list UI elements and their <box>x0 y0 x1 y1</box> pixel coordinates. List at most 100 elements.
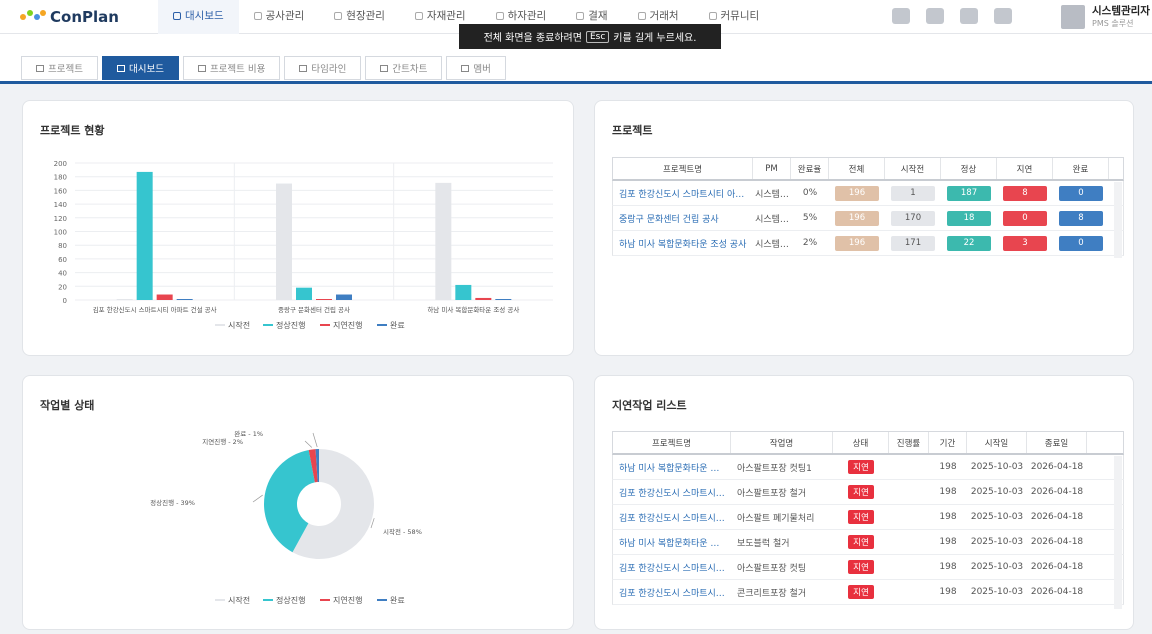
toast-suffix: 키를 길게 누르세요. <box>613 33 697 44</box>
menu-icon <box>708 12 717 20</box>
column-header[interactable]: 지연 <box>997 158 1053 179</box>
table-row[interactable]: 하남 미사 복합문화타운 조성 공사 시스템… 2% 196 171 22 3 0 <box>612 231 1124 256</box>
cell-name[interactable]: 중랑구 문화센터 건립 공사 <box>613 206 753 230</box>
cell-project[interactable]: 하남 미사 복합문화타운 … <box>613 455 731 479</box>
app-logo[interactable]: ConPlan <box>20 8 119 26</box>
cell-task: 콘크리트포장 철거 <box>737 588 807 599</box>
status-badge: 지연 <box>848 560 874 574</box>
column-header[interactable]: 시작일 <box>967 432 1027 453</box>
cell-delay: 0 <box>997 206 1053 230</box>
y-tick-label: 60 <box>58 256 67 264</box>
nav-item[interactable]: 공사관리 <box>239 0 320 34</box>
user-profile[interactable]: 시스템관리자 PMS 솔루션 <box>1061 3 1150 29</box>
avatar <box>1061 5 1085 29</box>
slice-label: 정상진행 - 39% <box>150 498 195 507</box>
column-header[interactable]: 상태 <box>833 432 889 453</box>
scrollbar[interactable] <box>1114 182 1122 258</box>
cell-task: 아스팔트포장 컷팅1 <box>737 463 812 474</box>
cell-status: 지연 <box>833 580 889 604</box>
menu-icon <box>495 12 504 20</box>
y-tick-label: 20 <box>58 283 67 291</box>
cell-days: 198 <box>939 512 957 522</box>
column-header[interactable]: 프로젝트명 <box>613 158 753 179</box>
bar <box>276 183 292 300</box>
legend-label: 시작전 <box>228 595 250 605</box>
send-icon[interactable] <box>926 8 944 24</box>
y-tick-label: 120 <box>54 215 67 223</box>
cell-project[interactable]: 김포 한강신도시 스마트시… <box>613 480 731 504</box>
table-row[interactable]: 김포 한강신도시 스마트시티 아… 시스템… 0% 196 1 187 8 0 <box>612 181 1124 206</box>
count-pill: 196 <box>835 210 879 226</box>
tab-item[interactable]: 타임라인 <box>284 56 362 80</box>
bar <box>296 287 312 300</box>
cell-days: 198 <box>939 562 957 572</box>
tab-item[interactable]: 멤버 <box>446 56 506 80</box>
bar <box>116 299 133 300</box>
nav-item[interactable]: 대시보드 <box>158 0 239 34</box>
tab-list: 프로젝트 대시보드 프로젝트 비용 타임라인 간트차트 멤버 <box>21 56 506 80</box>
tab-item[interactable]: 프로젝트 <box>21 56 98 80</box>
table-row[interactable]: 하남 미사 복합문화타운 … 보도블럭 철거 지연 198 2025-10-03 2026… <box>612 530 1124 555</box>
monitor-icon[interactable] <box>892 8 910 24</box>
cell-end: 2026-04-18 <box>1030 512 1084 522</box>
column-header[interactable]: 시작전 <box>885 158 941 179</box>
count-pill: 18 <box>947 210 991 226</box>
cell-project[interactable]: 하남 미사 복합문화타운 … <box>613 530 731 554</box>
tab-icon <box>461 64 470 72</box>
table-row[interactable]: 김포 한강신도시 스마트시… 아스팔트 폐기물처리 지연 198 2025-10-03 2… <box>612 505 1124 530</box>
table-row[interactable]: 중랑구 문화센터 건립 공사 시스템… 5% 196 170 18 0 8 <box>612 206 1124 231</box>
cell-project[interactable]: 김포 한강신도시 스마트시… <box>613 580 731 604</box>
cell-delay: 3 <box>997 231 1053 255</box>
cell-project[interactable]: 김포 한강신도시 스마트시… <box>613 555 731 579</box>
x-tick-label: 김포 한강신도시 스마트시티 아파트 건설 공사 <box>93 305 217 314</box>
column-header[interactable]: 완료율 <box>791 158 829 179</box>
user-name: 시스템관리자 <box>1092 5 1150 17</box>
y-tick-label: 100 <box>54 229 67 237</box>
column-header[interactable]: 완료 <box>1053 158 1109 179</box>
cell-name[interactable]: 하남 미사 복합문화타운 조성 공사 <box>613 231 753 255</box>
card-icon[interactable] <box>994 8 1012 24</box>
users-icon[interactable] <box>960 8 978 24</box>
grid-header: 프로젝트명 작업명 상태 진행률 기간 시작일 종료일 <box>612 431 1124 455</box>
cell-days: 198 <box>939 462 957 472</box>
status-badge: 지연 <box>848 535 874 549</box>
column-header[interactable]: 작업명 <box>731 432 833 453</box>
column-header[interactable]: 전체 <box>829 158 885 179</box>
count-pill: 22 <box>947 235 991 251</box>
scrollbar[interactable] <box>1114 456 1122 609</box>
tab-item[interactable]: 간트차트 <box>365 56 443 80</box>
legend-label: 정상진행 <box>276 595 305 605</box>
cell-normal: 22 <box>941 231 997 255</box>
grid-body: 하남 미사 복합문화타운 … 아스팔트포장 컷팅1 지연 198 2025-10-03 2… <box>612 455 1124 608</box>
toast-prefix: 전체 화면을 종료하려면 <box>483 33 582 44</box>
count-pill: 196 <box>835 235 879 251</box>
column-header[interactable]: 정상 <box>941 158 997 179</box>
column-header[interactable]: 종료일 <box>1027 432 1087 453</box>
table-row[interactable]: 김포 한강신도시 스마트시… 아스팔트포장 철거 지연 198 2025-10-03 20… <box>612 480 1124 505</box>
table-row[interactable]: 김포 한강신도시 스마트시… 아스팔트포장 컷팅 지연 198 2025-10-03 20… <box>612 555 1124 580</box>
cell-name[interactable]: 김포 한강신도시 스마트시티 아… <box>613 181 753 205</box>
column-header[interactable]: 진행률 <box>889 432 929 453</box>
cell-total: 196 <box>829 206 885 230</box>
cell-status: 지연 <box>833 455 889 479</box>
count-pill: 8 <box>1003 185 1047 201</box>
cell-days: 198 <box>939 587 957 597</box>
column-header[interactable]: 프로젝트명 <box>613 432 731 453</box>
project-grid: 프로젝트명 PM 완료율 전체 시작전 정상 지연 완료 김포 한강신도시 스마트시티 아… 시… <box>612 157 1124 256</box>
nav-item[interactable]: 현장관리 <box>319 0 400 34</box>
cell-before: 1 <box>885 181 941 205</box>
column-header[interactable]: 기간 <box>929 432 967 453</box>
cell-status: 지연 <box>833 480 889 504</box>
tab-label: 프로젝트 <box>48 64 83 75</box>
tab-item[interactable]: 대시보드 <box>101 56 179 80</box>
count-pill: 187 <box>947 185 991 201</box>
cell-project[interactable]: 김포 한강신도시 스마트시… <box>613 505 731 529</box>
tab-item[interactable]: 프로젝트 비용 <box>182 56 281 80</box>
menu-icon <box>576 12 585 20</box>
table-row[interactable]: 김포 한강신도시 스마트시… 콘크리트포장 철거 지연 198 2025-10-03 20… <box>612 580 1124 605</box>
count-pill: 0 <box>1059 235 1103 251</box>
column-header[interactable]: PM <box>753 158 791 179</box>
table-row[interactable]: 하남 미사 복합문화타운 … 아스팔트포장 컷팅1 지연 198 2025-10-03 2… <box>612 455 1124 480</box>
legend-label: 정상진행 <box>276 320 305 330</box>
cell-start: 2025-10-03 <box>970 462 1024 472</box>
